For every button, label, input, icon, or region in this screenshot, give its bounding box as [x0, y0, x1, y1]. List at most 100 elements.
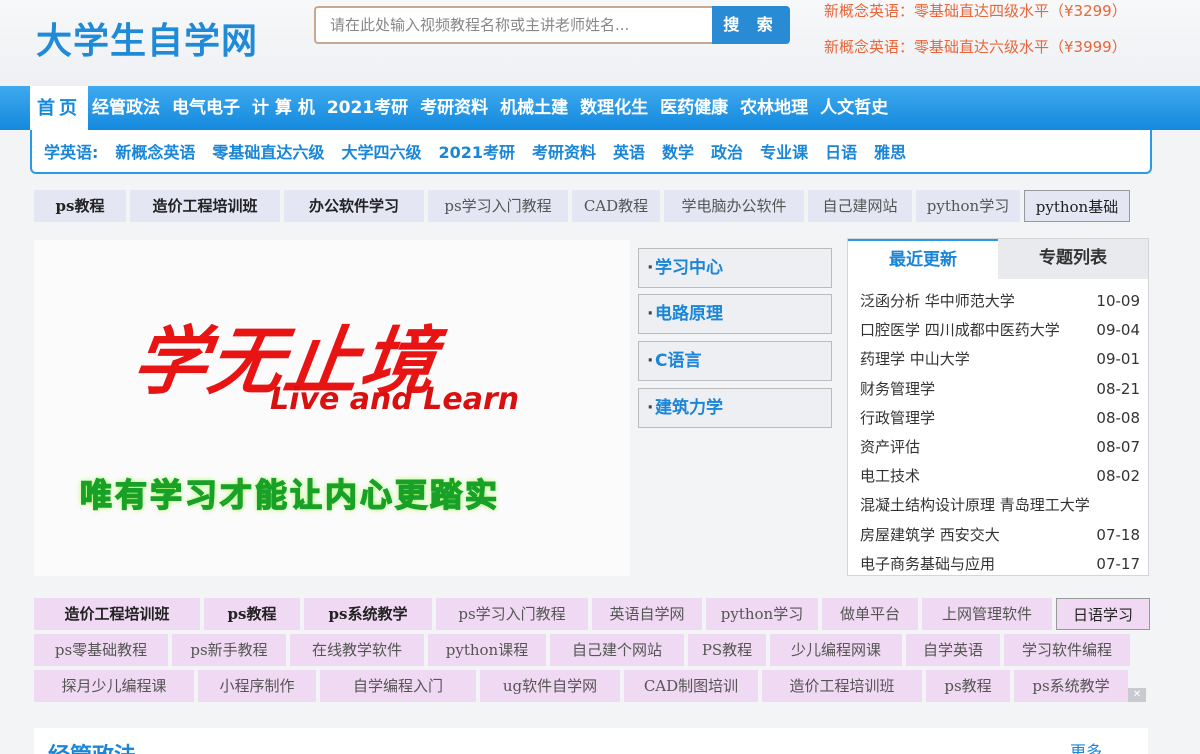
nav-items: 经管政法 电气电子 计 算 机 2021考研 考研资料 机械土建 数理化生 医药…	[92, 86, 888, 130]
tag-link[interactable]: 英语自学网	[592, 598, 702, 630]
tag-link[interactable]: 小程序制作	[198, 670, 316, 702]
more-link[interactable]: 更多	[1070, 738, 1102, 754]
list-item[interactable]: 房屋建筑学 西安交大 07-18	[860, 522, 1140, 551]
nav-item[interactable]: 农林地理	[740, 86, 808, 130]
tag-link[interactable]: ps系统教学	[1014, 670, 1128, 702]
tag-link[interactable]: 上网管理软件	[922, 598, 1052, 630]
list-item[interactable]: 药理学 中山大学 09-01	[860, 346, 1140, 375]
item-title[interactable]: 资产评估	[860, 434, 920, 463]
nav-home[interactable]: 首页	[30, 86, 88, 132]
tag-link[interactable]: 在线教学软件	[290, 634, 424, 666]
tag-link[interactable]: 造价工程培训班	[762, 670, 922, 702]
tag-link[interactable]: 少儿编程网课	[770, 634, 902, 666]
section-panel	[34, 728, 1148, 754]
tab-topics[interactable]: 专题列表	[998, 239, 1148, 279]
hero-banner[interactable]: 学无止境 Live and Learn 唯有学习才能让内心更踏实	[34, 240, 630, 576]
item-title[interactable]: 行政管理学	[860, 405, 935, 434]
tag-link[interactable]: 自学英语	[906, 634, 1000, 666]
tag-link[interactable]: 造价工程培训班	[34, 598, 200, 630]
tag-row: 造价工程培训班 ps教程 ps系统教学 ps学习入门教程 英语自学网 pytho…	[34, 598, 1150, 630]
nav-item[interactable]: 数理化生	[580, 86, 648, 130]
search-button[interactable]: 搜 索	[712, 6, 790, 44]
item-title[interactable]: 泛函分析 华中师范大学	[860, 288, 1015, 317]
tag-link[interactable]: 自学编程入门	[320, 670, 476, 702]
tag-link[interactable]: 学习软件编程	[1004, 634, 1130, 666]
tag-link[interactable]: python学习	[706, 598, 818, 630]
side-link[interactable]: 建筑力学	[638, 388, 832, 428]
subnav-item[interactable]: 考研资料	[532, 132, 596, 174]
subnav-item[interactable]: 大学四六级	[341, 132, 421, 174]
site-logo[interactable]: 大学生自学网	[36, 12, 258, 64]
side-link[interactable]: 学习中心	[638, 248, 832, 288]
item-title[interactable]: 房屋建筑学 西安交大	[860, 522, 1000, 551]
tab-recent-updates[interactable]: 最近更新	[848, 239, 998, 279]
search-input[interactable]: 请在此处输入视频教程名称或主讲老师姓名...	[314, 6, 712, 44]
tag-link[interactable]: 做单平台	[822, 598, 918, 630]
tag-link[interactable]: 学电脑办公软件	[664, 190, 804, 222]
item-title[interactable]: 药理学 中山大学	[860, 346, 970, 375]
nav-item[interactable]: 计 算 机	[252, 86, 315, 130]
side-link[interactable]: 电路原理	[638, 294, 832, 334]
subnav-item[interactable]: 英语	[613, 132, 645, 174]
list-item[interactable]: 财务管理学 08-21	[860, 376, 1140, 405]
tag-link[interactable]: CAD制图培训	[624, 670, 758, 702]
subnav-item[interactable]: 零基础直达六级	[212, 132, 324, 174]
tag-link[interactable]: 日语学习	[1056, 598, 1150, 630]
close-icon[interactable]: ✕	[1128, 688, 1146, 702]
nav-item[interactable]: 电气电子	[172, 86, 240, 130]
tag-link[interactable]: ps零基础教程	[34, 634, 168, 666]
nav-item[interactable]: 医药健康	[660, 86, 728, 130]
tag-row: 探月少儿编程课 小程序制作 自学编程入门 ug软件自学网 CAD制图培训 造价工…	[34, 670, 1128, 702]
item-title[interactable]: 口腔医学 四川成都中医药大学	[860, 317, 1060, 346]
tag-link[interactable]: python基础	[1024, 190, 1130, 222]
promo-link[interactable]: 新概念英语：零基础直达六级水平（¥3999）	[824, 36, 1127, 57]
tag-link[interactable]: 造价工程培训班	[130, 190, 280, 222]
tag-link[interactable]: ug软件自学网	[480, 670, 620, 702]
subnav-item[interactable]: 日语	[825, 132, 857, 174]
list-item[interactable]: 混凝土结构设计原理 青岛理工大学	[860, 492, 1140, 521]
subnav-item[interactable]: 2021考研	[438, 132, 515, 174]
tag-link[interactable]: ps新手教程	[172, 634, 286, 666]
tag-link[interactable]: 办公软件学习	[284, 190, 424, 222]
list-item[interactable]: 泛函分析 华中师范大学 10-09	[860, 288, 1140, 317]
promo-link[interactable]: 新概念英语：零基础直达四级水平（¥3299）	[824, 0, 1127, 21]
tag-link[interactable]: ps教程	[204, 598, 300, 630]
tag-link[interactable]: 探月少儿编程课	[34, 670, 194, 702]
item-title[interactable]: 混凝土结构设计原理 青岛理工大学	[860, 492, 1090, 521]
list-item[interactable]: 电工技术 08-02	[860, 463, 1140, 492]
subnav-item[interactable]: 数学	[662, 132, 694, 174]
tag-link[interactable]: ps学习入门教程	[428, 190, 568, 222]
item-title[interactable]: 电子商务基础与应用	[860, 551, 995, 580]
list-item[interactable]: 资产评估 08-07	[860, 434, 1140, 463]
item-date: 07-17	[1096, 554, 1140, 573]
subnav-item[interactable]: 雅思	[874, 132, 906, 174]
list-item[interactable]: 行政管理学 08-08	[860, 405, 1140, 434]
nav-item[interactable]: 2021考研	[327, 86, 408, 130]
updates-list: 泛函分析 华中师范大学 10-09 口腔医学 四川成都中医药大学 09-04 药理学…	[860, 288, 1140, 580]
tag-link[interactable]: CAD教程	[572, 190, 660, 222]
list-item[interactable]: 电子商务基础与应用 07-17	[860, 551, 1140, 580]
tag-link[interactable]: ps教程	[34, 190, 126, 222]
item-title[interactable]: 电工技术	[860, 463, 920, 492]
tag-row: ps零基础教程 ps新手教程 在线教学软件 python课程 自己建个网站 PS…	[34, 634, 1130, 666]
tag-link[interactable]: ps系统教学	[304, 598, 432, 630]
item-date: 08-07	[1096, 437, 1140, 456]
side-link[interactable]: C语言	[638, 341, 832, 381]
tag-link[interactable]: 自己建网站	[808, 190, 912, 222]
tag-link[interactable]: python学习	[916, 190, 1020, 222]
nav-item[interactable]: 机械土建	[500, 86, 568, 130]
item-title[interactable]: 财务管理学	[860, 376, 935, 405]
tag-link[interactable]: ps学习入门教程	[436, 598, 588, 630]
nav-item[interactable]: 人文哲史	[820, 86, 888, 130]
tag-link[interactable]: python课程	[428, 634, 546, 666]
subnav-item[interactable]: 专业课	[760, 132, 808, 174]
item-date: 08-08	[1096, 408, 1140, 427]
list-item[interactable]: 口腔医学 四川成都中医药大学 09-04	[860, 317, 1140, 346]
tag-link[interactable]: 自己建个网站	[550, 634, 684, 666]
subnav-item[interactable]: 政治	[711, 132, 743, 174]
nav-item[interactable]: 经管政法	[92, 86, 160, 130]
tag-link[interactable]: ps教程	[926, 670, 1010, 702]
nav-item[interactable]: 考研资料	[420, 86, 488, 130]
subnav-item[interactable]: 新概念英语	[115, 132, 195, 174]
tag-link[interactable]: PS教程	[688, 634, 766, 666]
